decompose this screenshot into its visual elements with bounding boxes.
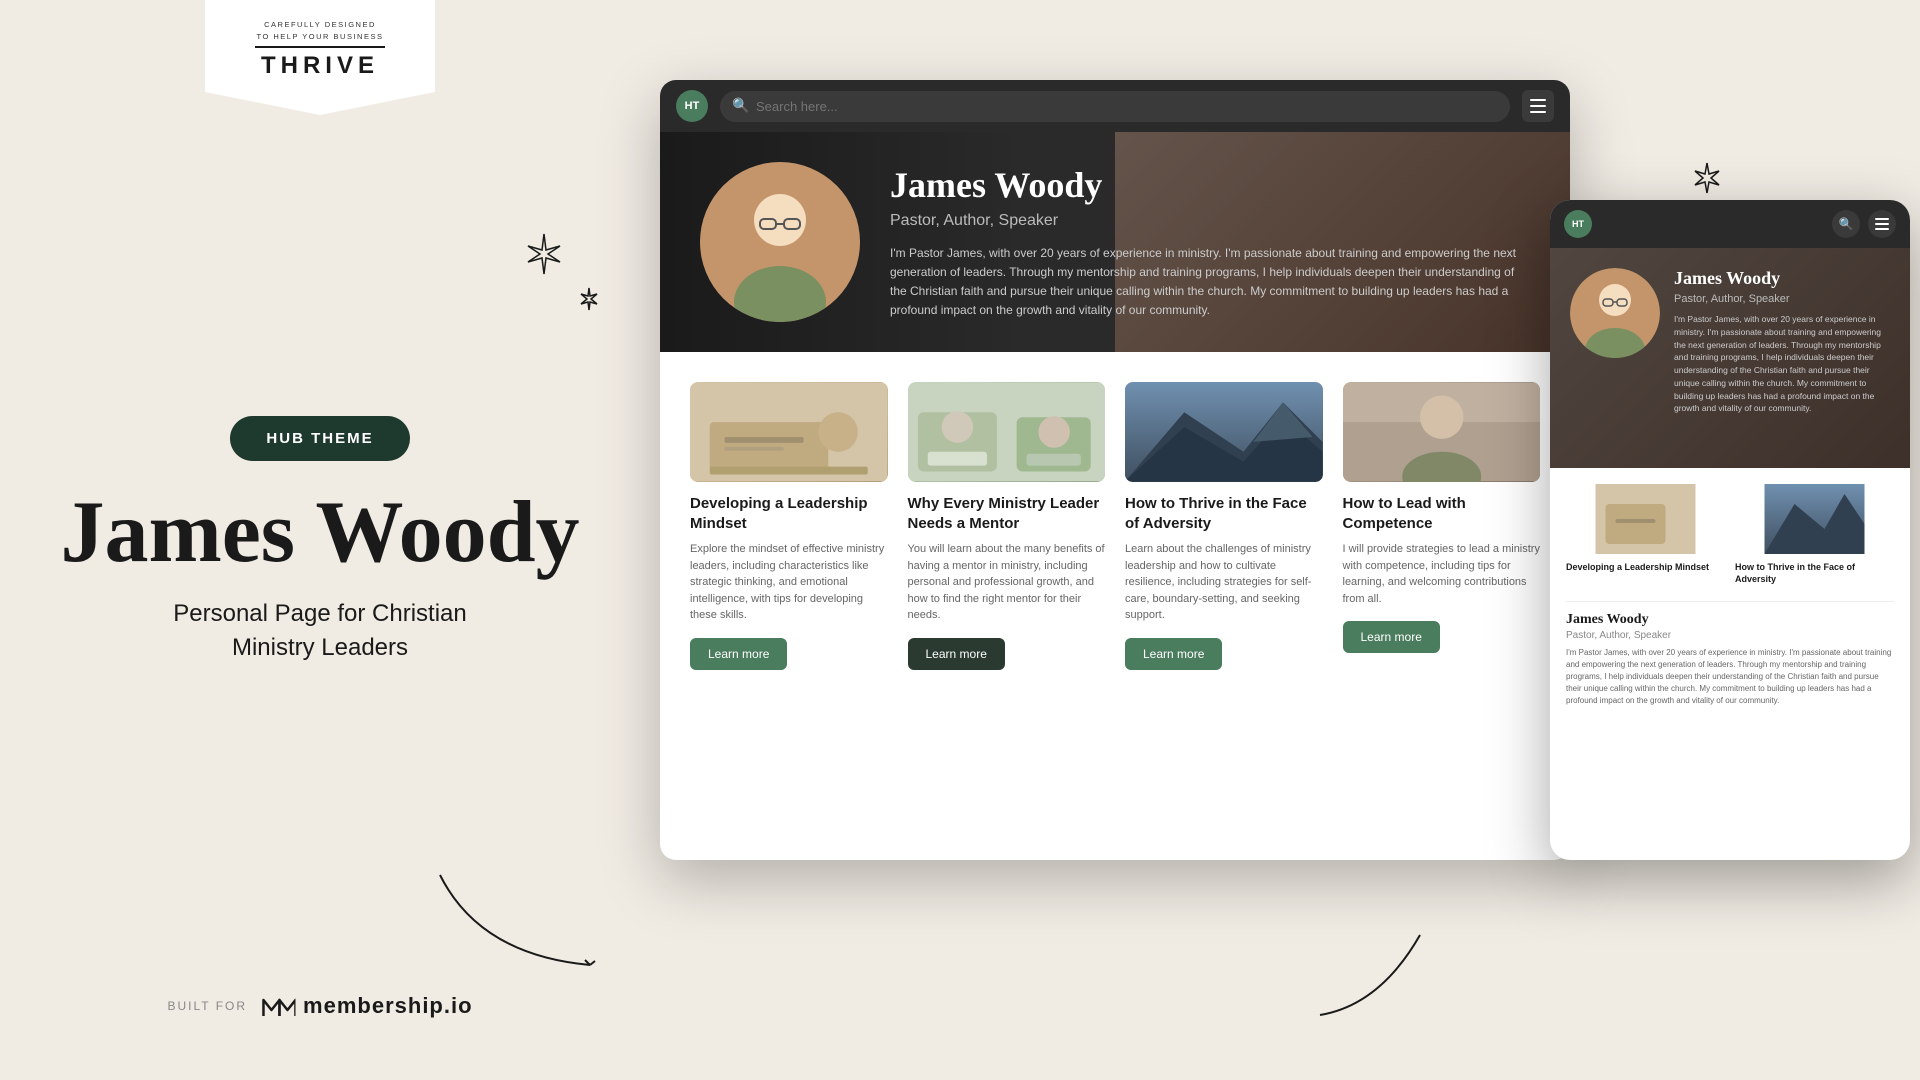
hero-section: James Woody Pastor, Author, Speaker I'm … [660, 132, 1570, 352]
mobile-site-avatar: HT [1564, 210, 1592, 238]
hero-avatar [700, 162, 860, 322]
mobile-bottom-title: Pastor, Author, Speaker [1566, 630, 1894, 641]
card-2-image [908, 382, 1106, 482]
mobile-hero-inner: James Woody Pastor, Author, Speaker I'm … [1570, 268, 1890, 415]
person-illustration [1343, 382, 1541, 482]
mobile-burger-icon [1875, 218, 1889, 230]
mobile-hero-title: Pastor, Author, Speaker [1674, 293, 1890, 305]
cards-row: Developing a Leadership Mindset Explore … [690, 382, 1540, 670]
cards-section: Developing a Leadership Mindset Explore … [660, 352, 1570, 690]
mobile-card-2-svg [1735, 484, 1894, 554]
card-2-img-content [908, 382, 1106, 482]
mobile-card-1-image [1566, 484, 1725, 554]
logo-carefully: CAREFULLY DESIGNED [255, 20, 385, 31]
browser-nav-bar: HT 🔍 [660, 80, 1570, 132]
card-2-learn-more-button[interactable]: Learn more [908, 638, 1005, 670]
main-name-title: James Woody [60, 489, 579, 577]
mobile-bottom-hint: James Woody Pastor, Author, Speaker I'm … [1566, 601, 1894, 707]
card-leadership-mindset: Developing a Leadership Mindset Explore … [690, 382, 888, 670]
logo-banner: CAREFULLY DESIGNED TO HELP YOUR BUSINESS… [205, 0, 435, 115]
mobile-card-2: How to Thrive in the Face of Adversity [1735, 484, 1894, 591]
card-1-desc: Explore the mindset of effective ministr… [690, 541, 888, 624]
card-4-img-content [1343, 382, 1541, 482]
mobile-card-1-svg [1566, 484, 1725, 554]
card-3-img-content [1125, 382, 1323, 482]
mobile-nav-icons: 🔍 [1832, 210, 1896, 238]
mobile-hero-name: James Woody [1674, 268, 1890, 289]
hero-content: James Woody Pastor, Author, Speaker I'm … [890, 164, 1530, 321]
desk-illustration [690, 382, 888, 482]
card-2-title: Why Every Ministry Leader Needs a Mentor [908, 494, 1106, 533]
membership-brand: membership.io [259, 992, 472, 1020]
card-3-title: How to Thrive in the Face of Adversity [1125, 494, 1323, 533]
main-subtitle: Personal Page for Christian Ministry Lea… [173, 597, 466, 664]
hub-theme-button[interactable]: HUB THEME [230, 416, 409, 461]
mobile-hero-text: James Woody Pastor, Author, Speaker I'm … [1674, 268, 1890, 415]
meeting-illustration [908, 382, 1106, 482]
card-4-title: How to Lead with Competence [1343, 494, 1541, 533]
mobile-card-2-title: How to Thrive in the Face of Adversity [1735, 562, 1894, 585]
left-center-content: HUB THEME James Woody Personal Page for … [60, 416, 579, 744]
card-mentor: Why Every Ministry Leader Needs a Mentor… [908, 382, 1106, 670]
card-1-img-content [690, 382, 888, 482]
mobile-cards-row: Developing a Leadership Mindset [1566, 484, 1894, 591]
card-adversity: How to Thrive in the Face of Adversity L… [1125, 382, 1323, 670]
card-3-desc: Learn about the challenges of ministry l… [1125, 541, 1323, 624]
mobile-bottom-name: James Woody [1566, 612, 1894, 628]
hero-title: Pastor, Author, Speaker [890, 212, 1530, 230]
mobile-card-1-title: Developing a Leadership Mindset [1566, 562, 1725, 574]
search-input[interactable] [720, 91, 1510, 122]
card-3-image [1125, 382, 1323, 482]
built-for-label: BUILT FOR [167, 999, 247, 1013]
mobile-browser-window: HT 🔍 [1550, 200, 1910, 860]
card-competence: How to Lead with Competence I will provi… [1343, 382, 1541, 670]
search-icon: 🔍 [1839, 217, 1854, 232]
mobile-search-button[interactable]: 🔍 [1832, 210, 1860, 238]
card-4-desc: I will provide strategies to lead a mini… [1343, 541, 1541, 607]
right-panel: HT 🔍 [640, 0, 1920, 1080]
main-browser-window: HT 🔍 [660, 80, 1570, 860]
avatar-person-svg [700, 162, 860, 322]
mobile-hero: James Woody Pastor, Author, Speaker I'm … [1550, 248, 1910, 468]
hero-name: James Woody [890, 164, 1530, 206]
search-wrapper: 🔍 [720, 91, 1510, 122]
search-icon: 🔍 [732, 98, 749, 115]
built-for-section: BUILT FOR membership.io [167, 992, 472, 1020]
card-1-image [690, 382, 888, 482]
card-3-learn-more-button[interactable]: Learn more [1125, 638, 1222, 670]
mobile-hero-avatar [1570, 268, 1660, 358]
logo-to-help: TO HELP YOUR BUSINESS [255, 32, 385, 43]
browser-site-avatar: HT [676, 90, 708, 122]
menu-button[interactable] [1522, 90, 1554, 122]
membership-logo-icon [259, 992, 295, 1020]
burger-line-2 [1530, 105, 1546, 107]
burger-line-3 [1530, 111, 1546, 113]
card-2-desc: You will learn about the many benefits o… [908, 541, 1106, 624]
mobile-card-2-image [1735, 484, 1894, 554]
mobile-card-1: Developing a Leadership Mindset [1566, 484, 1725, 591]
mountain-illustration [1125, 382, 1323, 482]
mobile-content: Developing a Leadership Mindset [1550, 468, 1910, 723]
card-1-learn-more-button[interactable]: Learn more [690, 638, 787, 670]
mobile-bottom-bio: I'm Pastor James, with over 20 years of … [1566, 647, 1894, 707]
mobile-hero-bio: I'm Pastor James, with over 20 years of … [1674, 313, 1890, 415]
logo-thrive: THRIVE [255, 46, 385, 80]
left-panel: CAREFULLY DESIGNED TO HELP YOUR BUSINESS… [0, 0, 640, 1080]
card-4-image [1343, 382, 1541, 482]
mobile-nav-bar: HT 🔍 [1550, 200, 1910, 248]
card-1-title: Developing a Leadership Mindset [690, 494, 888, 533]
hero-bio: I'm Pastor James, with over 20 years of … [890, 244, 1530, 321]
mobile-menu-button[interactable] [1868, 210, 1896, 238]
mobile-avatar-svg [1570, 268, 1660, 358]
membership-brand-name: membership.io [303, 993, 472, 1019]
card-4-learn-more-button[interactable]: Learn more [1343, 621, 1440, 653]
burger-line-1 [1530, 99, 1546, 101]
